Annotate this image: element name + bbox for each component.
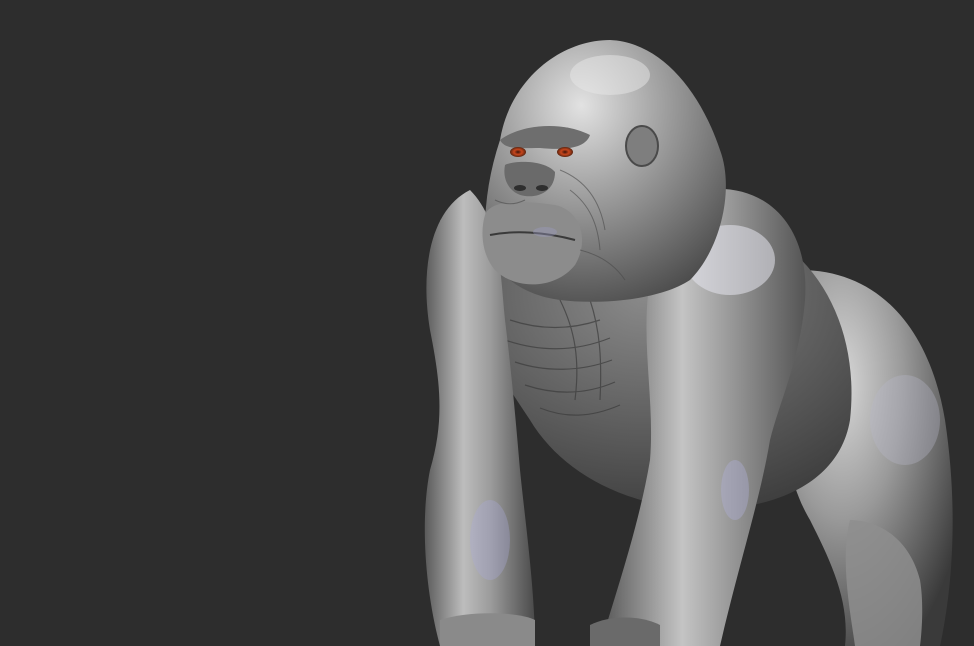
left-eye — [510, 147, 526, 157]
left-arm-highlight — [470, 500, 510, 580]
gorilla-sculpt-image — [424, 40, 953, 646]
left-hand — [440, 613, 535, 646]
thigh-highlight — [870, 375, 940, 465]
muzzle — [482, 202, 583, 285]
right-eye — [557, 147, 573, 157]
forearm-highlight — [721, 460, 749, 520]
crest-highlight — [570, 55, 650, 95]
right-hand — [590, 617, 660, 646]
ear — [625, 125, 659, 167]
viewport-canvas[interactable] — [0, 0, 974, 646]
